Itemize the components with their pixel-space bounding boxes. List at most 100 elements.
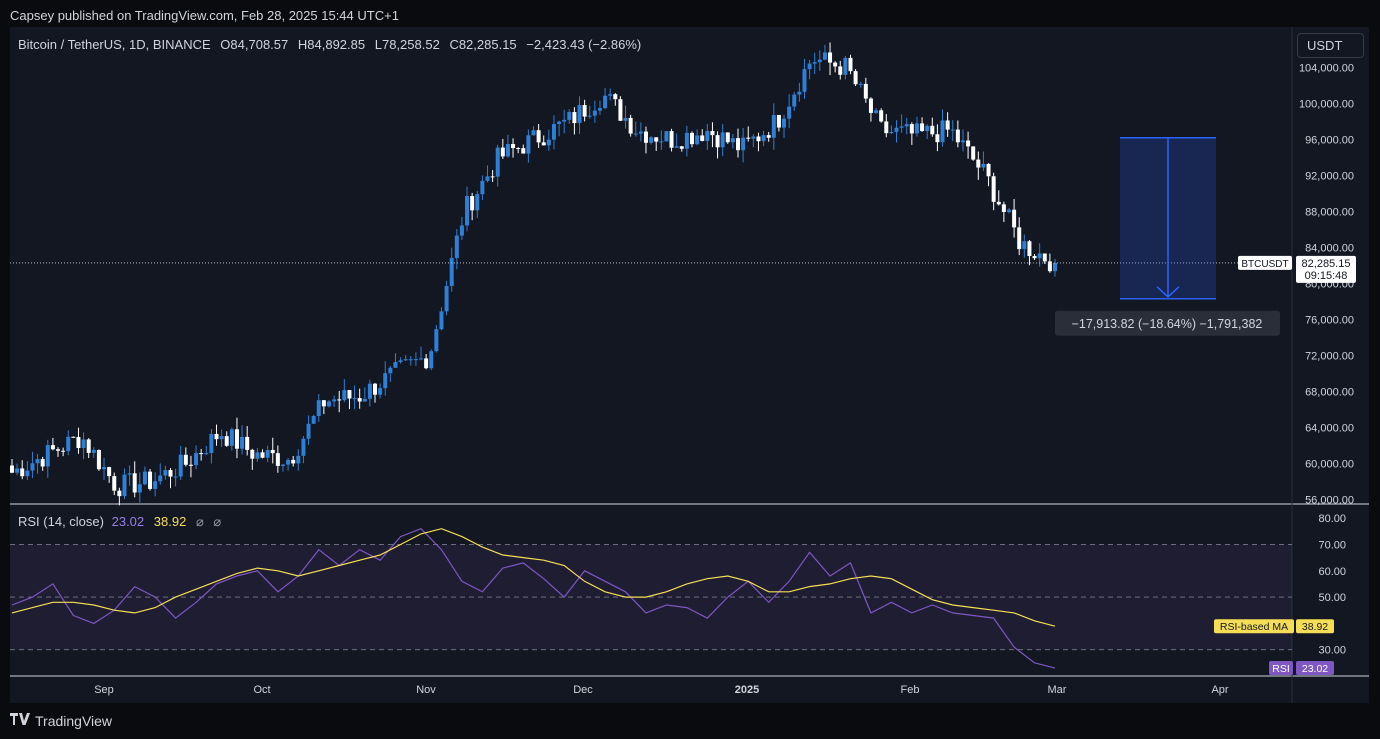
ohlc-low: L78,258.52 bbox=[374, 37, 440, 52]
candle-body bbox=[142, 471, 147, 485]
candle-body bbox=[1001, 204, 1006, 213]
candle-body bbox=[1022, 241, 1027, 250]
candle-body bbox=[822, 52, 827, 60]
time-axis-label: Mar bbox=[1048, 684, 1067, 696]
candle-body bbox=[730, 138, 735, 143]
candle-body bbox=[1032, 256, 1037, 259]
candle-body bbox=[275, 453, 280, 466]
currency-button[interactable]: USDT bbox=[1297, 33, 1364, 58]
candle-body bbox=[321, 400, 326, 407]
candle-body bbox=[388, 367, 393, 374]
candle-body bbox=[117, 490, 122, 497]
candle-body bbox=[736, 138, 741, 151]
price-scale-label: 72,000.00 bbox=[1305, 351, 1354, 363]
candle-body bbox=[976, 159, 981, 168]
candle-body bbox=[485, 176, 490, 181]
ohlc-close: C82,285.15 bbox=[449, 37, 517, 52]
candle-body bbox=[219, 436, 224, 440]
visibility-icon[interactable]: ⌀ bbox=[196, 514, 204, 529]
candle-body bbox=[291, 459, 296, 464]
candle-body bbox=[920, 123, 925, 132]
candle-body bbox=[10, 465, 14, 473]
candle-body bbox=[643, 131, 648, 143]
rsi-scale-label: 60.00 bbox=[1318, 566, 1346, 578]
candle-body bbox=[889, 131, 894, 134]
candle-body bbox=[316, 400, 321, 416]
candle-body bbox=[776, 114, 781, 128]
candle-body bbox=[465, 196, 470, 226]
candle-body bbox=[96, 449, 101, 470]
symbol-legend: Bitcoin / TetherUS, 1D, BINANCE O84,708.… bbox=[18, 37, 647, 52]
chart-canvas[interactable]: 104,000.00 100,000.00 96,000.00 92,000.00 88… bbox=[10, 27, 1369, 703]
candle-body bbox=[224, 436, 229, 446]
candle-body bbox=[741, 137, 746, 151]
rsi-value: 23.02 bbox=[111, 514, 145, 529]
last-price-label: 82,285.15 bbox=[1302, 258, 1351, 270]
rsi-title: RSI (14, close) bbox=[18, 514, 104, 529]
candle-body bbox=[904, 124, 909, 127]
candle-body bbox=[209, 433, 214, 454]
candle-body bbox=[597, 108, 602, 111]
candle-body bbox=[567, 112, 572, 120]
candle-body bbox=[470, 196, 475, 211]
candle-body bbox=[720, 132, 725, 148]
candle-body bbox=[551, 124, 556, 140]
visibility-icon[interactable]: ⌀ bbox=[213, 514, 221, 529]
candle-body bbox=[909, 124, 914, 134]
chart-panel[interactable]: 104,000.00 100,000.00 96,000.00 92,000.00 88… bbox=[10, 27, 1369, 703]
candle-body bbox=[408, 359, 413, 361]
candle-body bbox=[188, 464, 193, 466]
candle-body bbox=[899, 126, 904, 128]
candle-body bbox=[81, 439, 86, 448]
candle-body bbox=[50, 445, 55, 450]
candle-body bbox=[557, 121, 562, 125]
candle-body bbox=[20, 468, 25, 477]
candle-body bbox=[362, 398, 367, 402]
candle-body bbox=[925, 125, 930, 132]
candle-body bbox=[439, 311, 444, 330]
candle-body bbox=[286, 459, 291, 465]
candle-body bbox=[357, 398, 362, 402]
price-scale-label: 68,000.00 bbox=[1305, 387, 1354, 399]
candle-body bbox=[986, 163, 991, 177]
candle-body bbox=[419, 358, 424, 360]
candle-body bbox=[751, 136, 756, 139]
candle-body bbox=[25, 470, 30, 477]
candle-body bbox=[874, 110, 879, 113]
candle-body bbox=[664, 131, 669, 142]
candle-body bbox=[766, 135, 771, 138]
candle-body bbox=[102, 467, 107, 470]
candle-body bbox=[914, 123, 919, 134]
symbol-title: Bitcoin / TetherUS, 1D, BINANCE bbox=[18, 37, 211, 52]
candle-body bbox=[1042, 253, 1047, 262]
candle-body bbox=[424, 358, 429, 369]
candle-body bbox=[132, 473, 137, 493]
tradingview-logo-icon bbox=[10, 712, 30, 729]
candle-body bbox=[178, 454, 183, 477]
candle-body bbox=[695, 135, 700, 145]
candle-body bbox=[1006, 209, 1011, 213]
rsi-legend: RSI (14, close) 23.02 38.92 ⌀ ⌀ bbox=[18, 514, 221, 530]
candle-body bbox=[495, 147, 500, 177]
candle-body bbox=[148, 471, 153, 489]
candle-body bbox=[536, 130, 541, 143]
candle-body bbox=[234, 429, 239, 449]
time-axis-label: 2025 bbox=[735, 684, 759, 696]
candle-body bbox=[868, 98, 873, 113]
candle-body bbox=[342, 390, 347, 401]
candle-body bbox=[373, 383, 378, 395]
candle-body bbox=[107, 467, 112, 477]
candle-body bbox=[792, 94, 797, 107]
time-axis-label: Feb bbox=[901, 684, 920, 696]
candle-body bbox=[393, 362, 398, 368]
candle-body bbox=[638, 131, 643, 134]
candle-body bbox=[659, 141, 664, 143]
candle-body bbox=[930, 125, 935, 135]
candle-body bbox=[250, 449, 255, 459]
candle-body bbox=[526, 135, 531, 154]
candle-body bbox=[894, 127, 899, 132]
candle-body bbox=[587, 115, 592, 117]
candle-body bbox=[444, 285, 449, 312]
candle-body bbox=[35, 459, 40, 464]
candle-body bbox=[475, 194, 480, 211]
